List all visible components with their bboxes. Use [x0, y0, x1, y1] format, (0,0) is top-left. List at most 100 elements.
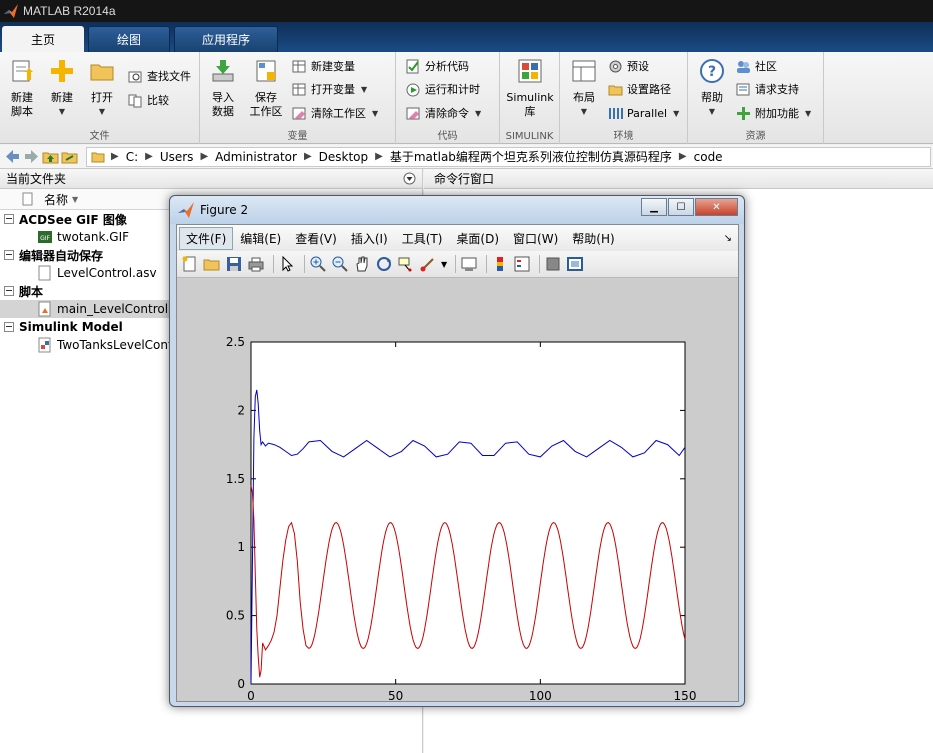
open-variable-dropdown-icon: ▼ [361, 84, 368, 94]
figure-titlebar[interactable]: Figure 2 ▁ ☐ ✕ [170, 196, 744, 224]
link-plot-icon[interactable] [460, 255, 478, 273]
menu-tools[interactable]: 工具(T) [395, 227, 450, 250]
pointer-icon[interactable] [278, 255, 296, 273]
new-figure-icon[interactable] [181, 255, 199, 273]
svg-text:?: ? [708, 64, 716, 80]
breadcrumb-segment[interactable]: code [694, 150, 723, 164]
colorbar-icon[interactable] [491, 255, 509, 273]
environment-group-label: 环境 [613, 131, 634, 142]
dock-arrow-icon[interactable]: ↘ [724, 233, 732, 244]
tab-plots[interactable]: 绘图 [88, 26, 170, 52]
compare-button[interactable]: 比较 [128, 90, 169, 110]
tab-home[interactable]: 主页 [2, 26, 84, 52]
zoom-in-icon[interactable] [309, 255, 327, 273]
collapse-icon[interactable] [4, 322, 14, 332]
variable-group-label: 变量 [287, 131, 308, 142]
clear-workspace-button[interactable]: 清除工作区 ▼ [292, 103, 378, 123]
community-icon [737, 60, 750, 73]
set-path-button[interactable]: 设置路径 [608, 79, 671, 99]
pan-hand-icon[interactable] [353, 255, 371, 273]
menu-edit[interactable]: 编辑(E) [233, 227, 288, 250]
print-icon[interactable] [247, 255, 265, 273]
legend-icon[interactable] [513, 255, 531, 273]
brush-dropdown-icon[interactable]: ▼ [441, 260, 447, 269]
new-script-button[interactable]: 新建 脚本 [4, 58, 40, 119]
breadcrumb-segment[interactable]: C: [126, 150, 138, 164]
svg-text:GIF: GIF [40, 235, 50, 242]
menu-view[interactable]: 查看(V) [288, 227, 344, 250]
addons-button[interactable]: 附加功能 ▼ [736, 103, 811, 123]
close-icon: ✕ [712, 201, 721, 213]
browse-folder-icon[interactable] [61, 148, 78, 165]
resources-group-label: 资源 [745, 131, 766, 142]
layout-button[interactable]: 布局 ▼ [566, 58, 602, 119]
save-label-2: 工作区 [249, 105, 283, 118]
open-button[interactable]: 打开 ▼ [84, 58, 120, 119]
menu-help[interactable]: 帮助(H) [565, 227, 621, 250]
command-window-header: 命令行窗口 [424, 169, 933, 189]
simulink-library-button[interactable]: Simulink 库 [506, 58, 554, 119]
forward-arrow-icon[interactable] [23, 148, 40, 165]
open-file-icon[interactable] [203, 255, 221, 273]
tab-apps[interactable]: 应用程序 [174, 26, 278, 52]
hide-plot-tools-icon[interactable] [544, 255, 562, 273]
brush-icon[interactable] [419, 255, 437, 273]
rotate-3d-icon[interactable] [375, 255, 393, 273]
line-chart[interactable]: 0 50 100 150 0 0.5 1 1.5 2 2.5 [177, 279, 738, 703]
close-button[interactable]: ✕ [695, 198, 738, 216]
find-files-icon [128, 71, 142, 82]
find-files-button[interactable]: 查找文件 [128, 66, 191, 86]
help-button[interactable]: ? 帮助 ▼ [694, 58, 730, 119]
breadcrumb-segment[interactable]: 基于matlab编程两个坦克系列液位控制仿真源码程序 [390, 148, 672, 165]
open-variable-button[interactable]: 打开变量 ▼ [292, 79, 367, 99]
path-breadcrumb[interactable]: ▶ C: ▶ Users ▶ Administrator ▶ Desktop ▶… [86, 146, 931, 167]
request-support-button[interactable]: 请求支持 [736, 79, 799, 99]
preferences-button[interactable]: 预设 [608, 56, 649, 76]
run-and-time-button[interactable]: 运行和计时 [406, 79, 480, 99]
breadcrumb-segment[interactable]: Desktop [319, 150, 369, 164]
collapse-icon[interactable] [4, 214, 14, 224]
back-arrow-icon[interactable] [4, 148, 21, 165]
analyze-code-button[interactable]: 分析代码 [406, 56, 469, 76]
tree-group-label: Simulink Model [19, 320, 123, 334]
panel-options-icon[interactable] [403, 172, 416, 185]
collapse-icon[interactable] [4, 286, 14, 296]
new-button[interactable]: 新建 ▼ [44, 58, 80, 119]
data-cursor-icon[interactable] [397, 255, 415, 273]
clear-commands-button[interactable]: 清除命令 ▼ [406, 103, 481, 123]
maximize-button[interactable]: ☐ [668, 198, 694, 216]
zoom-out-icon[interactable] [331, 255, 349, 273]
menu-file[interactable]: 文件(F) [179, 226, 234, 250]
breadcrumb-segment[interactable]: Administrator [215, 150, 297, 164]
menu-insert[interactable]: 插入(I) [344, 227, 395, 250]
maximize-icon: ☐ [676, 201, 686, 213]
show-plot-tools-icon[interactable] [566, 255, 584, 273]
collapse-icon[interactable] [4, 250, 14, 260]
ribbon-group-file: 新建 脚本 新建 ▼ 打开 ▼ 查找文件 比较 文件 [0, 52, 200, 144]
up-folder-icon[interactable] [42, 148, 59, 165]
y-tick-label: 0.5 [226, 609, 245, 623]
breadcrumb-segment[interactable]: Users [160, 150, 194, 164]
addons-plus-icon [737, 106, 750, 120]
menu-desktop[interactable]: 桌面(D) [449, 227, 506, 250]
file-group-label: 文件 [89, 131, 110, 142]
file-name: LevelControl.asv [57, 266, 157, 280]
import-data-icon [212, 60, 234, 82]
import-data-button[interactable]: 导入 数据 [205, 58, 241, 119]
menu-window[interactable]: 窗口(W) [506, 227, 565, 250]
figure-window[interactable]: Figure 2 ▁ ☐ ✕ 文件(F) 编辑(E) 查看(V) 插入(I) 工… [169, 195, 745, 707]
minimize-button[interactable]: ▁ [641, 198, 667, 216]
open-dropdown-icon: ▼ [98, 107, 106, 116]
matlab-logo-icon [4, 4, 18, 18]
script-file-icon [38, 301, 51, 317]
parallel-button[interactable]: Parallel ▼ [608, 103, 679, 123]
save-icon[interactable] [225, 255, 243, 273]
plot-area[interactable]: 0 50 100 150 0 0.5 1 1.5 2 2.5 [177, 279, 738, 703]
simulink-library-icon [518, 59, 542, 83]
layout-dropdown-icon: ▼ [580, 107, 588, 116]
community-button[interactable]: 社区 [736, 56, 777, 76]
new-variable-button[interactable]: 新建变量 [292, 56, 355, 76]
set-path-icon [608, 85, 623, 95]
save-workspace-button[interactable]: 保存 工作区 [246, 58, 286, 119]
import-label-1: 导入 [212, 91, 234, 104]
